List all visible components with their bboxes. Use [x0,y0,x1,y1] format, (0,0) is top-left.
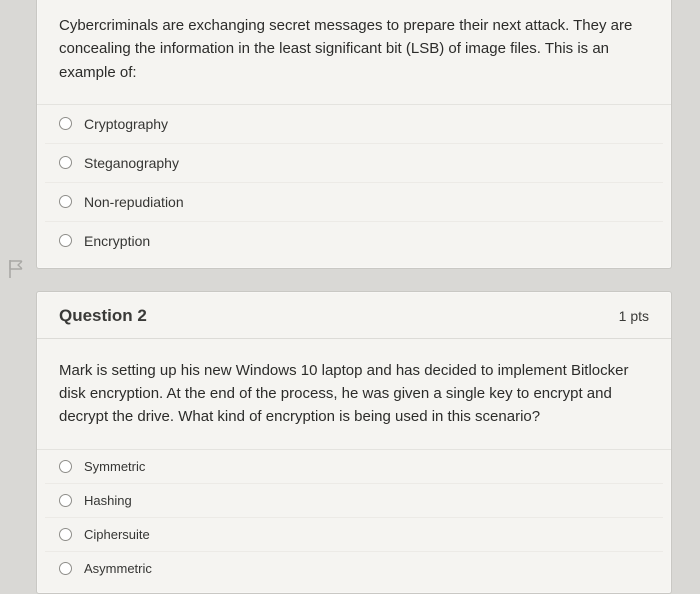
question-2-text: Mark is setting up his new Windows 10 la… [37,339,671,449]
q2-option-hashing[interactable]: Hashing [45,484,663,518]
radio-icon [59,494,72,507]
q1-option-encryption[interactable]: Encryption [45,222,663,260]
option-label: Cryptography [84,116,168,132]
question-1-answers: Cryptography Steganography Non-repudiati… [37,104,671,268]
question-1-card: Cybercriminals are exchanging secret mes… [36,0,672,269]
option-label: Non-repudiation [84,194,184,210]
radio-icon [59,460,72,473]
question-2-card: Question 2 1 pts Mark is setting up his … [36,291,672,594]
flag-icon[interactable] [8,259,24,279]
q1-option-steganography[interactable]: Steganography [45,144,663,183]
radio-icon [59,562,72,575]
question-2-title: Question 2 [59,306,147,326]
q2-option-symmetric[interactable]: Symmetric [45,450,663,484]
q2-option-ciphersuite[interactable]: Ciphersuite [45,518,663,552]
option-label: Symmetric [84,459,145,474]
radio-icon [59,195,72,208]
radio-icon [59,528,72,541]
radio-icon [59,156,72,169]
q2-option-asymmetric[interactable]: Asymmetric [45,552,663,585]
q1-option-non-repudiation[interactable]: Non-repudiation [45,183,663,222]
option-label: Encryption [84,233,150,249]
question-2-points: 1 pts [619,308,649,324]
option-label: Ciphersuite [84,527,150,542]
question-2-answers: Symmetric Hashing Ciphersuite Asymmetric [37,449,671,593]
question-2-header: Question 2 1 pts [37,292,671,339]
radio-icon [59,117,72,130]
question-1-text: Cybercriminals are exchanging secret mes… [37,0,671,104]
option-label: Hashing [84,493,132,508]
q1-option-cryptography[interactable]: Cryptography [45,105,663,144]
option-label: Steganography [84,155,179,171]
radio-icon [59,234,72,247]
option-label: Asymmetric [84,561,152,576]
